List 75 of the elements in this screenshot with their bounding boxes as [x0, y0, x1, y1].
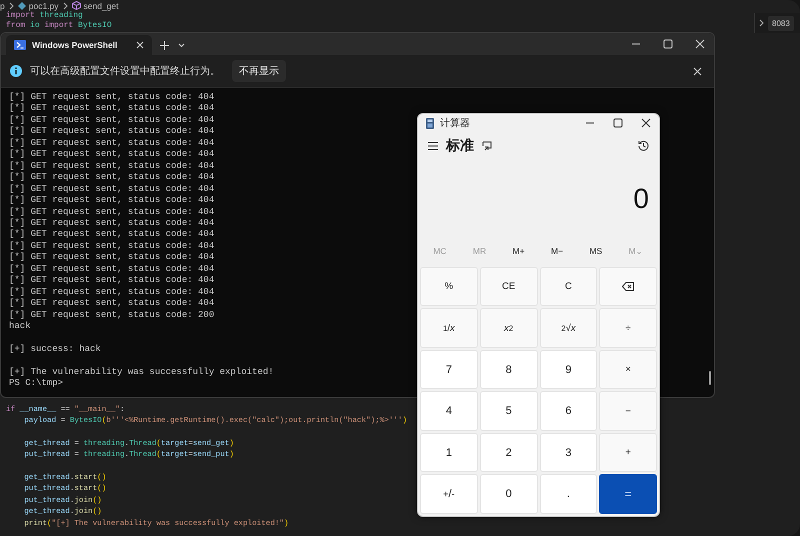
- terminal-line: [*] GET request sent, status code: 404: [9, 229, 214, 241]
- caret-icon[interactable]: [177, 40, 186, 50]
- dismiss-button[interactable]: 不再显示: [232, 60, 286, 82]
- terminal-line: [*] GET request sent, status code: 404: [9, 240, 214, 252]
- terminal-line: [*] GET request sent, status code: 404: [9, 92, 214, 104]
- terminal-line: [*] GET request sent, status code: 404: [9, 172, 214, 184]
- terminal-line: [*] GET request sent, status code: 404: [9, 298, 214, 310]
- chevron-icon: [62, 0, 69, 10]
- code-line: import threading: [6, 11, 83, 21]
- cube-icon: [72, 1, 81, 10]
- terminal-tab[interactable]: Windows PowerShell: [6, 35, 152, 55]
- terminal-line: [+] success: hack: [9, 344, 101, 356]
- terminal-line: [*] GET request sent, status code: 404: [9, 126, 214, 138]
- info-message: 可以在高级配置文件设置中配置终止行为。: [30, 64, 220, 78]
- terminal-line: [*] GET request sent, status code: 404: [9, 149, 214, 161]
- display-value: 0: [633, 182, 649, 215]
- terminal-line: [*] GET request sent, status code: 404: [9, 252, 214, 264]
- scroll-thumb[interactable]: [709, 371, 711, 385]
- powershell-icon: [14, 40, 26, 50]
- key-button[interactable]: 0: [480, 474, 538, 514]
- key-button[interactable]: ÷: [599, 308, 657, 348]
- python-file-icon: [18, 2, 26, 10]
- key-button[interactable]: .: [540, 474, 598, 514]
- terminal-line: [*] GET request sent, status code: 404: [9, 103, 214, 115]
- breadcrumb-item[interactable]: poc1.py: [28, 0, 59, 10]
- breadcrumb-item[interactable]: p: [0, 0, 5, 10]
- key-button[interactable]: +: [599, 432, 657, 472]
- memory-button[interactable]: M+: [506, 242, 531, 260]
- plus-icon[interactable]: [160, 40, 169, 50]
- history-icon[interactable]: [638, 140, 649, 152]
- memory-button[interactable]: MS: [583, 242, 608, 260]
- terminal-line: [*] GET request sent, status code: 404: [9, 195, 214, 207]
- info-icon: [10, 65, 22, 77]
- terminal-line: hack: [9, 321, 31, 333]
- key-button[interactable]: 8: [480, 350, 538, 390]
- key-button[interactable]: 9: [540, 350, 598, 390]
- mode-title: 标准: [446, 136, 474, 155]
- maximize-icon[interactable]: [613, 118, 623, 128]
- terminal-line: [*] GET request sent, status code: 404: [9, 114, 214, 126]
- key-button[interactable]: 3: [540, 432, 598, 472]
- terminal-line: [+] The vulnerability was successfully exploited!: [9, 366, 274, 378]
- terminal-line: [*] GET request sent, status code: 404: [9, 275, 214, 287]
- terminal-line: [*] GET request sent, status code: 404: [9, 138, 214, 150]
- key-button[interactable]: 7: [420, 350, 478, 390]
- terminal-line: [*] GET request sent, status code: 404: [9, 218, 214, 230]
- key-button[interactable]: CE: [480, 266, 538, 306]
- key-button[interactable]: 2: [480, 432, 538, 472]
- memory-button[interactable]: M−: [544, 242, 570, 260]
- equals-button[interactable]: =: [599, 474, 657, 514]
- window-title: 计算器: [440, 116, 471, 130]
- menu-icon[interactable]: [428, 142, 438, 150]
- key-button[interactable]: 4: [420, 391, 478, 431]
- close-icon[interactable]: [641, 118, 651, 128]
- terminal-line: [*] GET request sent, status code: 404: [9, 184, 214, 196]
- terminal-line: [*] GET request sent, status code: 404: [9, 264, 214, 276]
- keep-on-top-icon[interactable]: [482, 140, 492, 151]
- key-button[interactable]: −: [599, 391, 657, 431]
- port-label[interactable]: 8083: [768, 16, 794, 30]
- key-button[interactable]: 6: [540, 391, 598, 431]
- terminal-line: [*] GET request sent, status code: 404: [9, 160, 214, 172]
- key-button[interactable]: C: [540, 266, 598, 306]
- key-button[interactable]: %: [420, 266, 478, 306]
- chevron-icon[interactable]: [758, 18, 765, 28]
- terminal-line: PS C:\tmp>: [9, 378, 64, 390]
- key-button[interactable]: 1: [420, 432, 478, 472]
- key-button[interactable]: ×: [599, 350, 657, 390]
- terminal-line: [*] GET request sent, status code: 200: [9, 310, 214, 322]
- code-line: from io import BytesIO: [6, 21, 112, 31]
- chevron-icon: [8, 0, 15, 10]
- calculator-icon: [426, 118, 434, 129]
- backspace-icon: [622, 282, 634, 292]
- terminal-line: [*] GET request sent, status code: 404: [9, 206, 214, 218]
- key-button[interactable]: 5: [480, 391, 538, 431]
- terminal-line: [*] GET request sent, status code: 404: [9, 286, 214, 298]
- breadcrumb-item[interactable]: send_get: [84, 0, 118, 10]
